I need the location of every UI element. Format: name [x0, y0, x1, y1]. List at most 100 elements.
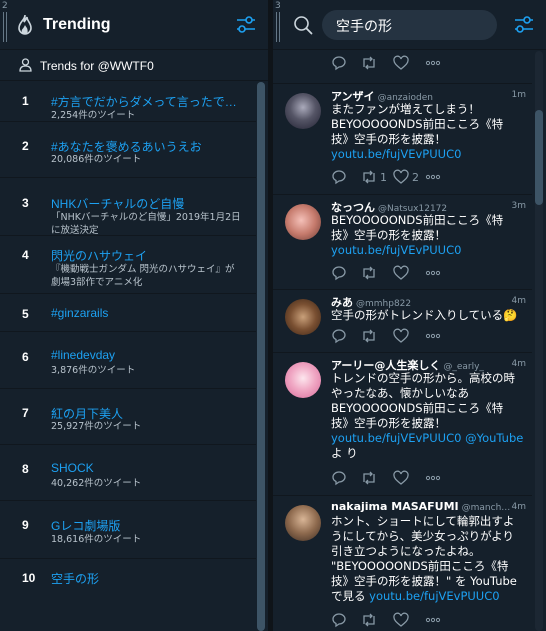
trend-name[interactable]: #方言でだからダメって言ったで…	[51, 93, 241, 110]
reply-icon[interactable]	[331, 265, 347, 281]
retweet-icon[interactable]	[361, 55, 377, 71]
trend-name[interactable]: #linedevday	[51, 348, 241, 362]
trend-item[interactable]: 7 紅の月下美人 25,927件のツイート	[0, 389, 256, 445]
tweet-actions	[331, 265, 461, 281]
column-options-icon[interactable]	[236, 16, 256, 34]
tweet-handle: @manch…	[462, 503, 511, 513]
tweet[interactable]: nakajima MASAFUMI@manch… 4m ホント、ショートにして輪…	[273, 496, 532, 631]
like-icon[interactable]	[393, 328, 409, 344]
trends-location-header[interactable]: Trends for @WWTF0	[0, 51, 268, 81]
tweet-list: アンザイ@anzaioden 1m またファンが増えてしまう！ BEYOOOOO…	[273, 51, 532, 631]
tweet-link[interactable]: youtu.be/fujVEvPUUC0	[331, 243, 527, 258]
trend-item[interactable]: 6 #linedevday 3,876件のツイート	[0, 332, 256, 389]
tweet-author[interactable]: nakajima MASAFUMI@manch…	[331, 500, 510, 513]
trend-name[interactable]: 閃光のハサウェイ	[51, 247, 241, 264]
tweet-link[interactable]: youtu.be/fujVEvPUUC0	[369, 589, 499, 603]
trend-rank: 10	[22, 571, 35, 585]
tweet-link[interactable]: youtu.be/fujVEvPUUC0 @YouTube	[331, 431, 523, 445]
like-icon[interactable]: 2	[393, 169, 419, 185]
like-icon[interactable]	[393, 265, 409, 281]
more-icon[interactable]	[425, 55, 441, 71]
trend-name[interactable]: 空手の形	[51, 570, 241, 587]
trend-name[interactable]: NHKバーチャルのど自慢	[51, 195, 241, 212]
trend-list: 1 #方言でだからダメって言ったで… 2,254件のツイート 2 #あなたを褒め…	[0, 82, 256, 599]
tweet-actions	[331, 612, 461, 628]
tweet[interactable]: アンザイ@anzaioden 1m またファンが増えてしまう！ BEYOOOOO…	[273, 84, 532, 195]
tweet-time[interactable]: 3m	[512, 201, 527, 211]
trend-item[interactable]: 4 閃光のハサウェイ 『機動戦士ガンダム 閃光のハサウェイ』が劇場3部作でアニメ…	[0, 236, 256, 294]
more-icon[interactable]	[425, 612, 441, 628]
trend-rank: 9	[22, 518, 29, 532]
trend-rank: 3	[22, 196, 29, 210]
tweet-text: BEYOOOOONDS前田こころ《特 技》空手の形を披露！ youtu.be/f…	[331, 213, 527, 258]
tweet-actions	[331, 55, 461, 71]
trend-item[interactable]: 1 #方言でだからダメって言ったで… 2,254件のツイート	[0, 82, 256, 122]
avatar[interactable]	[285, 204, 321, 240]
trend-rank: 5	[22, 307, 29, 321]
trend-meta: 40,262件のツイート	[51, 477, 241, 490]
search-icon	[293, 15, 313, 35]
tweet-partial[interactable]	[273, 51, 532, 84]
tweet-time[interactable]: 1m	[512, 90, 527, 100]
retweet-icon[interactable]	[361, 265, 377, 281]
search-input[interactable]: 空手の形	[322, 10, 497, 40]
column-title: Trending	[43, 16, 111, 34]
trend-meta: 3,876件のツイート	[51, 364, 241, 377]
like-icon[interactable]	[393, 470, 409, 486]
tweet-time[interactable]: 4m	[512, 359, 527, 369]
trend-meta: 25,927件のツイート	[51, 420, 241, 433]
column-header: 空手の形	[273, 0, 546, 50]
reply-icon[interactable]	[331, 169, 347, 185]
more-icon[interactable]	[425, 328, 441, 344]
trend-name[interactable]: Gレコ劇場版	[51, 517, 241, 534]
tweet[interactable]: なっつん@Natsux12172 3m BEYOOOOONDS前田こころ《特 技…	[273, 195, 532, 290]
tweet-actions: 1 2	[331, 169, 461, 185]
avatar[interactable]	[285, 93, 321, 129]
trend-name[interactable]: SHOCK	[51, 461, 241, 475]
like-count: 2	[412, 171, 419, 184]
trend-item[interactable]: 9 Gレコ劇場版 18,616件のツイート	[0, 501, 256, 559]
retweet-count: 1	[380, 171, 387, 184]
more-icon[interactable]	[425, 470, 441, 486]
tweet-text: またファンが増えてしまう！ BEYOOOOONDS前田こころ《特 技》空手の形を…	[331, 102, 527, 162]
column-options-icon[interactable]	[514, 16, 534, 34]
trend-item[interactable]: 3 NHKバーチャルのど自慢 「NHKバーチャルのど自慢」2019年1月2日に放…	[0, 178, 256, 236]
retweet-icon[interactable]	[361, 470, 377, 486]
column-header: Trending	[0, 0, 268, 50]
scrollbar-thumb[interactable]	[257, 82, 265, 631]
avatar[interactable]	[285, 505, 321, 541]
like-icon[interactable]	[393, 612, 409, 628]
trend-item[interactable]: 10 空手の形	[0, 559, 256, 599]
trend-rank: 8	[22, 462, 29, 476]
reply-icon[interactable]	[331, 55, 347, 71]
trend-meta: 2,254件のツイート	[51, 109, 241, 122]
reply-icon[interactable]	[331, 470, 347, 486]
more-icon[interactable]	[425, 265, 441, 281]
reply-icon[interactable]	[331, 328, 347, 344]
trend-item[interactable]: 2 #あなたを褒めるあいうえお 20,086件のツイート	[0, 122, 256, 178]
tweet[interactable]: みあ@mmhp822 4m 空手の形がトレンド入りしている🤔	[273, 290, 532, 353]
retweet-icon[interactable]	[361, 328, 377, 344]
retweet-icon[interactable]	[361, 612, 377, 628]
like-icon[interactable]	[393, 55, 409, 71]
trend-meta: 「NHKバーチャルのど自慢」2019年1月2日に放送決定	[51, 211, 241, 237]
more-icon[interactable]	[425, 169, 441, 185]
trending-column: 2 Trending Trends for @WWTF0 1 #方言でだからダメ…	[0, 0, 269, 631]
tweet-link[interactable]: youtu.be/fujVEvPUUC0	[331, 147, 527, 162]
tweet-time[interactable]: 4m	[512, 296, 527, 306]
tweet-actions	[331, 328, 461, 344]
retweet-icon[interactable]: 1	[361, 169, 387, 185]
reply-icon[interactable]	[331, 612, 347, 628]
trend-name[interactable]: #ginzarails	[51, 306, 241, 320]
scrollbar-thumb[interactable]	[535, 110, 543, 205]
tweet-time[interactable]: 4m	[512, 502, 527, 512]
tweet-text: ホント、ショートにして輪郭出すよ うにしてから、美少女っぷりがより 引き立つよう…	[331, 514, 527, 604]
avatar[interactable]	[285, 362, 321, 398]
flame-icon	[16, 14, 34, 36]
search-query: 空手の形	[336, 16, 392, 36]
avatar[interactable]	[285, 299, 321, 335]
trend-meta: 18,616件のツイート	[51, 533, 241, 546]
trend-item[interactable]: 5 #ginzarails	[0, 294, 256, 332]
trend-item[interactable]: 8 SHOCK 40,262件のツイート	[0, 445, 256, 501]
tweet[interactable]: アーリー@人生楽しく@_early_ 4m トレンドの空手の形から。高校の時 や…	[273, 353, 532, 496]
